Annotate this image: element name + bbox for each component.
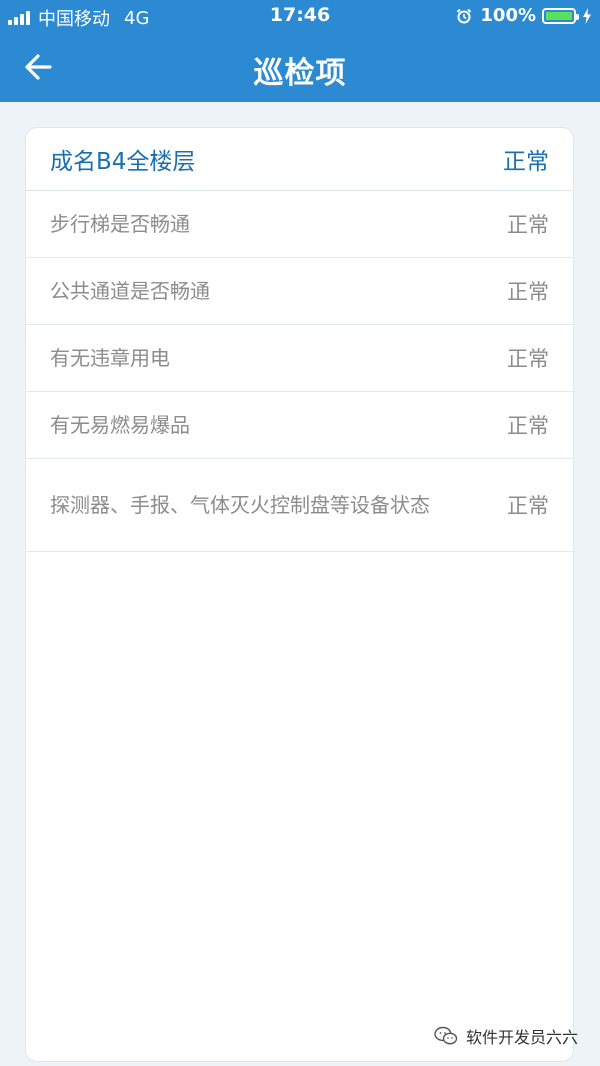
inspection-item[interactable]: 有无易燃易爆品 正常 xyxy=(26,392,573,459)
inspection-item-label: 探测器、手报、气体灭火控制盘等设备状态 xyxy=(50,493,430,517)
inspection-item-label: 有无易燃易爆品 xyxy=(50,413,190,437)
inspection-item[interactable]: 步行梯是否畅通 正常 xyxy=(26,191,573,258)
battery-percent: 100% xyxy=(480,5,536,26)
battery-icon xyxy=(542,7,579,24)
group-title: 成名B4全楼层 xyxy=(50,149,196,175)
inspection-item[interactable]: 公共通道是否畅通 正常 xyxy=(26,258,573,325)
watermark-text: 软件开发员六六 xyxy=(465,1028,578,1047)
status-bar: 中国移动 4G 17:46 100% xyxy=(0,0,600,32)
alarm-clock-icon xyxy=(457,8,472,23)
inspection-card: 成名B4全楼层 正常 步行梯是否畅通 正常 公共通道是否畅通 正常 有无违章用电… xyxy=(25,127,574,1062)
inspection-item-label: 有无违章用电 xyxy=(50,346,170,370)
group-status: 正常 xyxy=(503,149,549,175)
inspection-item-status: 正常 xyxy=(507,414,549,438)
wechat-icon xyxy=(434,1026,458,1045)
page-title: 巡检项 xyxy=(253,56,347,91)
charging-bolt-icon xyxy=(583,7,591,24)
inspection-item[interactable]: 探测器、手报、气体灭火控制盘等设备状态 正常 xyxy=(26,459,573,552)
nav-bar: 巡检项 xyxy=(0,32,600,102)
inspection-item-status: 正常 xyxy=(507,280,549,304)
battery-fill xyxy=(546,11,572,20)
watermark: 软件开发员六六 xyxy=(434,1024,578,1048)
inspection-item-label: 公共通道是否畅通 xyxy=(50,279,210,303)
inspection-group-header[interactable]: 成名B4全楼层 正常 xyxy=(26,128,573,191)
inspection-item-status: 正常 xyxy=(507,213,549,237)
inspection-item[interactable]: 有无违章用电 正常 xyxy=(26,325,573,392)
inspection-item-status: 正常 xyxy=(507,494,549,518)
inspection-item-label: 步行梯是否畅通 xyxy=(50,212,190,236)
inspection-item-status: 正常 xyxy=(507,347,549,371)
status-bar-right: 100% xyxy=(456,5,592,26)
